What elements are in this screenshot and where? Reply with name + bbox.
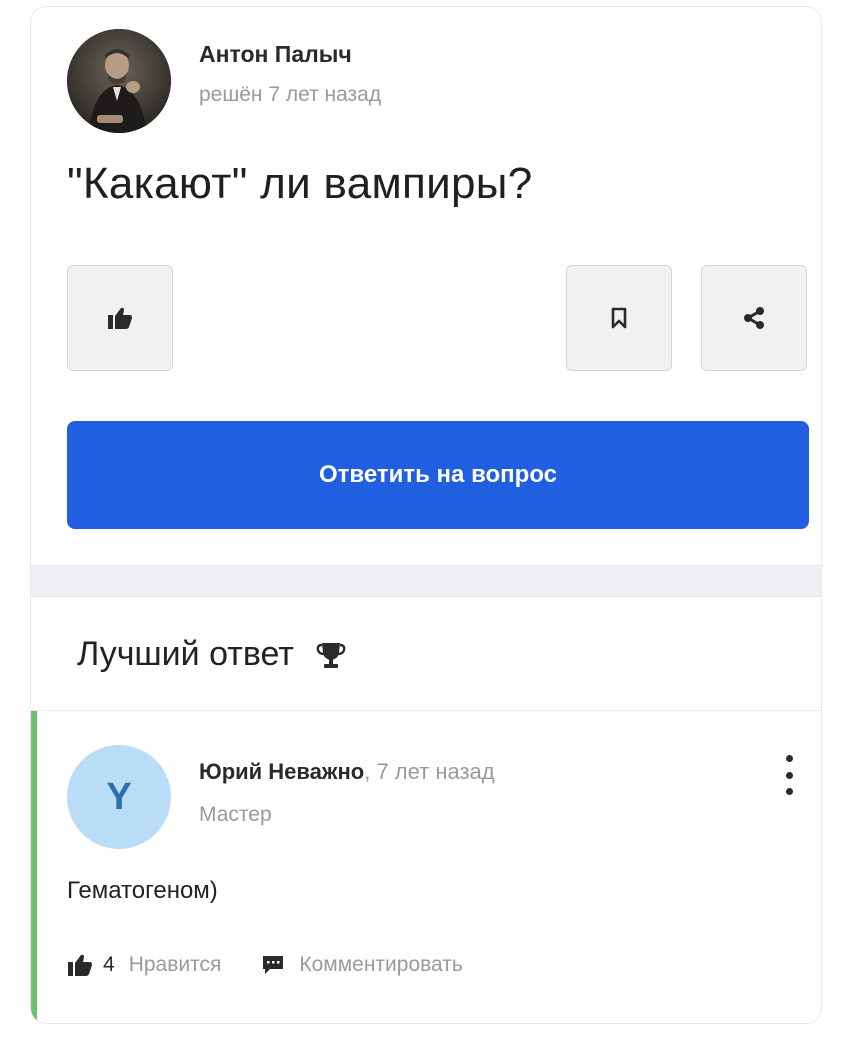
- question-card: Антон Палыч решён 7 лет назад "Какают" л…: [30, 6, 822, 1024]
- more-dot: [785, 755, 793, 762]
- bookmark-button[interactable]: [566, 265, 672, 371]
- share-button[interactable]: [701, 265, 807, 371]
- like-count: 4: [103, 953, 115, 976]
- heading-divider: [31, 710, 821, 711]
- section-divider: [31, 565, 821, 597]
- comment-link[interactable]: Комментировать: [261, 953, 463, 977]
- answer-actions: 4 Нравится Комментировать: [67, 953, 463, 977]
- more-options-button[interactable]: [777, 755, 801, 795]
- answer-author-name[interactable]: Юрий Неважно: [199, 759, 364, 784]
- author-name[interactable]: Антон Палыч: [199, 41, 352, 68]
- comment-icon: [263, 956, 284, 974]
- best-answer-accent-bar: [31, 711, 37, 1023]
- answer-author-avatar[interactable]: Y: [67, 745, 171, 849]
- avatar-letter: Y: [106, 775, 132, 818]
- best-answer-heading-label: Лучший ответ: [77, 635, 294, 673]
- like-icon: [108, 307, 132, 329]
- comment-label: Комментировать: [299, 953, 463, 976]
- question-status-time: решён 7 лет назад: [199, 83, 382, 106]
- answer-question-button[interactable]: Ответить на вопрос: [67, 421, 809, 529]
- more-dot: [785, 788, 793, 795]
- question-title: "Какают" ли вампиры?: [67, 159, 533, 208]
- trophy-icon: [316, 642, 346, 668]
- like-link[interactable]: Нравится: [129, 953, 222, 977]
- author-portrait-image: [67, 29, 171, 133]
- author-avatar[interactable]: [67, 29, 171, 133]
- answer-author-line: Юрий Неважно, 7 лет назад: [199, 759, 495, 785]
- share-icon: [744, 307, 764, 329]
- answer-text: Гематогеном): [67, 877, 218, 904]
- bookmark-icon: [611, 307, 627, 329]
- answer-time: , 7 лет назад: [364, 759, 495, 784]
- answer-author-rank: Мастер: [199, 803, 272, 826]
- like-icon[interactable]: [67, 953, 93, 977]
- best-answer-heading: Лучший ответ: [77, 635, 346, 674]
- more-dot: [785, 771, 793, 779]
- like-button[interactable]: [67, 265, 173, 371]
